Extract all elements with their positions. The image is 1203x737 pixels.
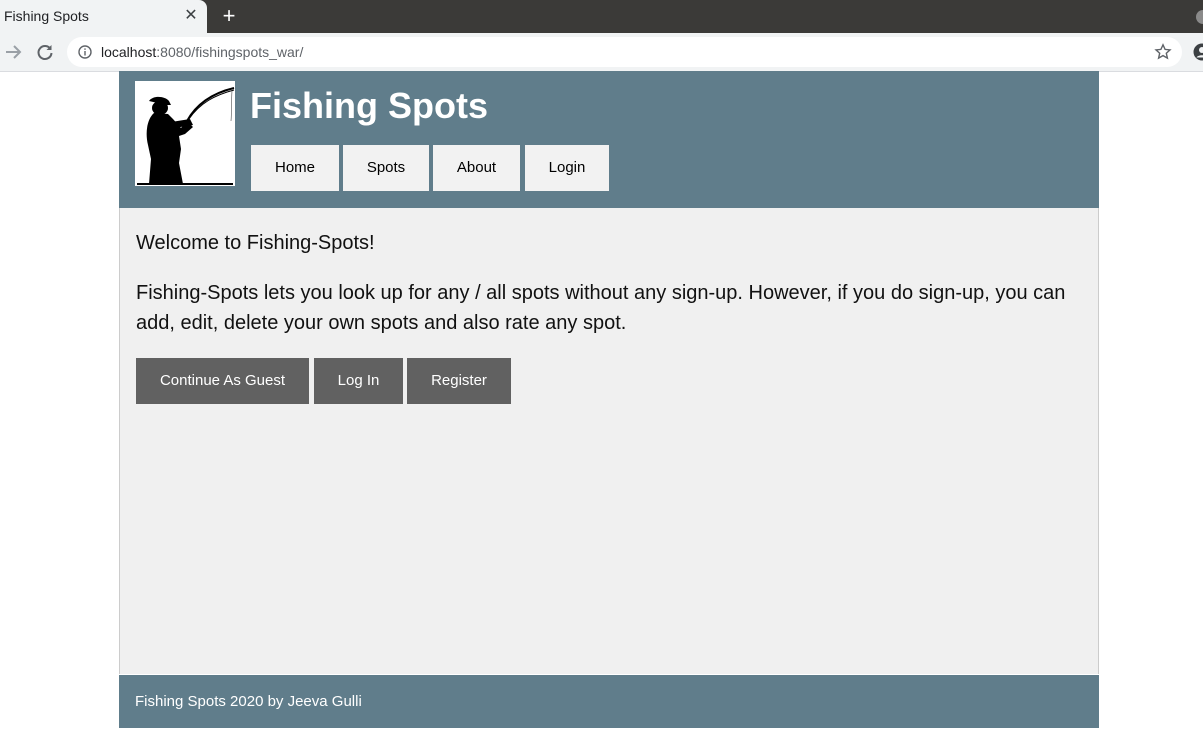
close-tab-icon[interactable]: ✕ [183,6,199,26]
page: Fishing Spots Home Spots About Login Wel… [119,71,1099,737]
site-logo[interactable] [135,81,235,186]
welcome-heading: Welcome to Fishing-Spots! [136,232,375,254]
reload-icon[interactable] [34,41,56,63]
url-text: localhost:8080/fishingspots_war/ [101,44,303,60]
site-header: Fishing Spots Home Spots About Login [119,71,1099,208]
site-footer: Fishing Spots 2020 by Jeeva Gulli [119,675,1099,728]
browser-toolbar: localhost:8080/fishingspots_war/ [0,33,1203,72]
continue-as-guest-button[interactable]: Continue As Guest [136,358,309,404]
info-icon[interactable] [78,45,92,59]
new-tab-icon[interactable]: + [219,5,239,27]
register-button[interactable]: Register [407,358,511,404]
main-content: Welcome to Fishing-Spots! Fishing-Spots … [119,208,1099,674]
url-host: localhost [101,44,157,60]
footer-text: Fishing Spots 2020 by Jeeva Gulli [135,693,362,710]
nav-spots[interactable]: Spots [343,145,429,191]
log-in-button[interactable]: Log In [314,358,403,404]
window-control-icon[interactable] [1196,10,1203,24]
forward-arrow-icon[interactable] [3,41,25,63]
star-icon[interactable] [1154,43,1172,61]
browser-tabstrip: Fishing Spots ✕ + [0,0,1203,33]
nav-about[interactable]: About [433,145,520,191]
site-title: Fishing Spots [250,85,488,126]
nav-login[interactable]: Login [525,145,609,191]
browser-tab[interactable]: Fishing Spots ✕ [0,0,207,33]
address-bar[interactable]: localhost:8080/fishingspots_war/ [67,37,1182,67]
tab-title: Fishing Spots [4,8,89,24]
nav-home[interactable]: Home [251,145,339,191]
account-icon[interactable] [1193,43,1203,61]
fisherman-icon [137,87,235,185]
description-text: Fishing-Spots lets you look up for any /… [136,282,1066,334]
url-path: :8080/fishingspots_war/ [156,44,304,60]
